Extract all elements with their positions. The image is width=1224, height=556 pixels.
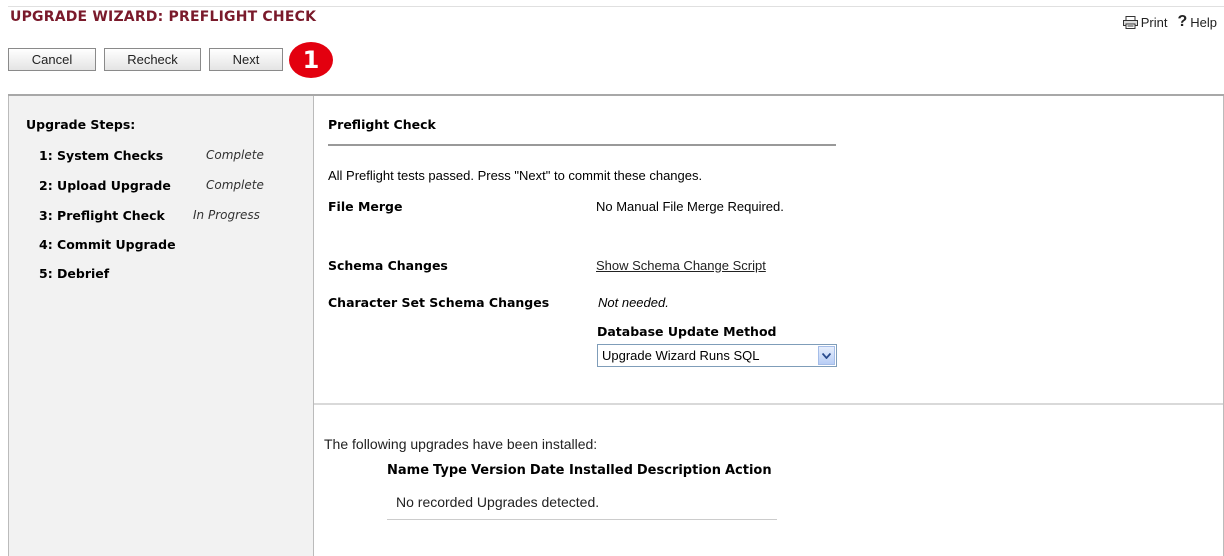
column-header: Action xyxy=(724,463,772,478)
print-label: Print xyxy=(1140,14,1168,30)
help-icon: ? xyxy=(1177,13,1188,30)
step-debrief: 5: Debrief xyxy=(39,266,109,281)
step-commit-upgrade: 4: Commit Upgrade xyxy=(39,237,176,252)
installed-message: The following upgrades have been install… xyxy=(324,436,598,452)
step-label: 4: Commit Upgrade xyxy=(39,237,176,252)
header-links: Print ? Help xyxy=(1122,14,1217,30)
column-header: Description xyxy=(636,463,721,478)
step-status: In Progress xyxy=(193,208,260,222)
callout-marker: 1 xyxy=(289,42,333,78)
main-content: Preflight Check All Preflight tests pass… xyxy=(314,96,1224,556)
show-schema-script-link[interactable]: Show Schema Change Script xyxy=(596,258,766,273)
steps-title: Upgrade Steps: xyxy=(26,117,136,132)
section-rule xyxy=(328,144,836,146)
table-header: Name Type Version Date Installed Descrip… xyxy=(387,463,777,478)
steps-sidebar: Upgrade Steps: 1: System Checks Complete… xyxy=(8,96,314,556)
upgrades-table: Name Type Version Date Installed Descrip… xyxy=(387,463,777,520)
top-rule xyxy=(8,6,1224,7)
file-merge-value: No Manual File Merge Required. xyxy=(596,199,784,214)
status-message: All Preflight tests passed. Press "Next"… xyxy=(328,168,703,183)
column-header: Name xyxy=(387,463,430,478)
page-title: UPGRADE WIZARD: PREFLIGHT CHECK xyxy=(10,9,317,25)
step-status: Complete xyxy=(206,148,264,162)
recheck-button[interactable]: Recheck xyxy=(104,48,201,71)
section-title: Preflight Check xyxy=(328,117,436,132)
table-rule xyxy=(387,519,777,520)
file-merge-label: File Merge xyxy=(328,199,403,214)
charset-changes-label: Character Set Schema Changes xyxy=(328,295,550,310)
printer-icon xyxy=(1122,15,1138,29)
wizard-frame: Upgrade Steps: 1: System Checks Complete… xyxy=(8,94,1224,556)
step-label: 1: System Checks xyxy=(39,148,164,163)
step-status: Complete xyxy=(206,178,264,192)
step-system-checks: 1: System Checks Complete xyxy=(39,148,264,163)
column-header: Type xyxy=(433,463,467,478)
help-label: Help xyxy=(1190,14,1217,30)
step-preflight-check: 3: Preflight Check In Progress xyxy=(39,208,260,223)
cancel-button[interactable]: Cancel xyxy=(8,48,96,71)
installed-pane: The following upgrades have been install… xyxy=(314,405,1223,556)
db-update-method-label: Database Update Method xyxy=(597,324,777,339)
step-label: 2: Upload Upgrade xyxy=(39,178,171,193)
toolbar: Cancel Recheck Next xyxy=(8,48,283,71)
step-upload-upgrade: 2: Upload Upgrade Complete xyxy=(39,178,264,193)
preflight-pane: Preflight Check All Preflight tests pass… xyxy=(314,96,1223,402)
print-link[interactable]: Print xyxy=(1122,14,1168,30)
help-link[interactable]: ? Help xyxy=(1177,14,1217,30)
schema-changes-label: Schema Changes xyxy=(328,258,448,273)
column-header: Date Installed xyxy=(529,463,633,478)
db-update-method-select[interactable]: Upgrade Wizard Runs SQL xyxy=(597,344,837,367)
empty-table-message: No recorded Upgrades detected. xyxy=(396,494,600,510)
column-header: Version xyxy=(470,463,526,478)
step-label: 5: Debrief xyxy=(39,266,110,281)
step-label: 3: Preflight Check xyxy=(39,208,165,223)
chevron-down-icon[interactable] xyxy=(818,346,835,365)
select-value: Upgrade Wizard Runs SQL xyxy=(602,348,760,363)
next-button[interactable]: Next xyxy=(209,48,283,71)
charset-changes-value: Not needed. xyxy=(598,295,669,310)
